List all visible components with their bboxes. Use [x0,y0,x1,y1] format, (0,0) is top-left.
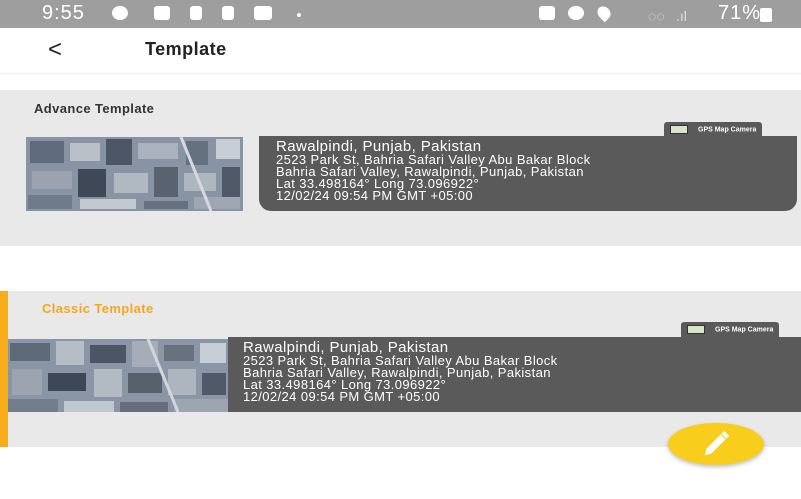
map-thumbnail [8,339,228,412]
facebook-icon [112,6,128,20]
signal-icon: .ıl [676,8,687,24]
youtube-icon [154,6,170,20]
gps-map-camera-badge: GPS Map Camera [681,322,780,337]
template-title: Advance Template [34,101,155,116]
status-bar: 9:55 ◌◌ .ıl 71% [0,0,801,28]
location-info-card: Rawalpindi, Punjab, Pakistan 2523 Park S… [259,136,797,211]
location-icon [594,3,614,23]
location-info-card: Rawalpindi, Punjab, Pakistan 2523 Park S… [228,337,801,412]
tiktok-icon [190,6,202,20]
alarm-icon [568,6,584,20]
bag-icon [254,6,272,20]
map-thumbnail [26,137,243,211]
screenshot-icon [539,6,555,20]
edit-fab-button[interactable] [668,423,764,465]
battery-percent: 71% [718,2,762,24]
mini-map-icon [670,125,688,134]
notification-dot-icon [297,13,301,17]
battery-icon [760,8,772,22]
page-title: Template [145,39,227,59]
mini-map-icon [687,325,705,334]
gps-map-camera-badge: GPS Map Camera [664,122,763,137]
status-time: 9:55 [42,2,85,24]
pencil-icon [704,430,730,456]
timestamp-line: 12/02/24 09:54 PM GMT +05:00 [276,188,474,203]
badge-label: GPS Map Camera [698,126,757,134]
badge-label: GPS Map Camera [715,326,774,334]
tiktok-icon [222,6,234,20]
wifi-icon: ◌◌ [648,8,665,24]
selected-indicator [0,291,8,447]
template-title: Classic Template [42,301,154,316]
app-bar: < Template [0,28,801,74]
timestamp-line: 12/02/24 09:54 PM GMT +05:00 [243,389,441,404]
template-option-advance[interactable]: Advance Template GPS Map Camera Rawalpin… [0,90,801,246]
back-button[interactable]: < [48,36,62,64]
